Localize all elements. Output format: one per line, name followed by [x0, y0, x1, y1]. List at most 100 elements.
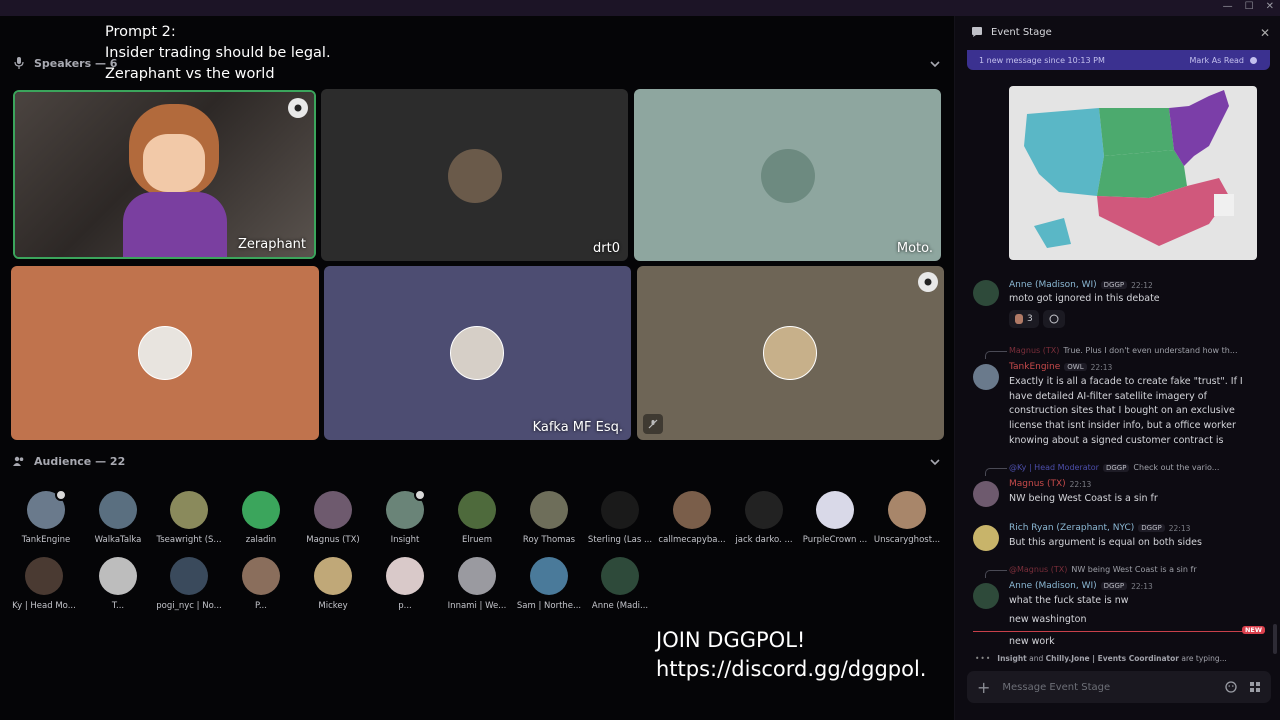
audience-member[interactable]: Roy Thomas — [513, 491, 585, 545]
message-input[interactable]: Message Event Stage — [1002, 682, 1213, 693]
us-map-image — [1024, 90, 1234, 248]
speaker-name: Moto. — [896, 241, 933, 256]
member-name: pogi_nyc | No... — [156, 601, 222, 611]
speaker-tile-drt0[interactable]: drt0 — [321, 89, 628, 261]
audience-member[interactable]: pogi_nyc | No... — [153, 557, 225, 611]
avatar — [973, 481, 999, 507]
message-text: moto got ignored in this debate — [1009, 293, 1160, 304]
message-author[interactable]: Anne (Madison, WI) — [1009, 280, 1097, 290]
member-name: Tseawright (S... — [156, 535, 222, 545]
audience-member[interactable]: PurpleCrown ... — [799, 491, 871, 545]
audience-member[interactable]: WalkaTalka — [82, 491, 154, 545]
audience-member[interactable]: p... — [369, 557, 441, 611]
avatar — [314, 491, 352, 529]
chevron-down-icon[interactable] — [928, 455, 942, 469]
close-icon[interactable]: ✕ — [1260, 26, 1270, 40]
member-name: Magnus (TX) — [306, 535, 360, 545]
chat-scrollbar[interactable] — [1273, 624, 1277, 654]
role-tag: OWL — [1064, 363, 1087, 371]
close-window-icon[interactable]: ✕ — [1266, 1, 1274, 12]
member-name: p... — [398, 601, 412, 611]
add-attachment-icon[interactable]: + — [977, 678, 990, 697]
moderator-badge-icon — [414, 489, 426, 501]
audience-label: Audience — 22 — [34, 454, 126, 468]
member-name: TankEngine — [21, 535, 71, 545]
emoji-picker-icon[interactable] — [1225, 681, 1237, 693]
mark-as-read-button[interactable]: Mark As Read — [1189, 56, 1258, 65]
reply-preview[interactable]: @Magnus (TX) NW being West Coast is a sin… — [1009, 565, 1197, 574]
people-icon — [12, 454, 26, 468]
audience-member[interactable]: Sterling (Las ... — [584, 491, 656, 545]
audience-member[interactable]: Tseawright (S... — [153, 491, 225, 545]
reaction-emoji-icon — [1015, 314, 1023, 324]
member-name: PurpleCrown ... — [802, 535, 868, 545]
apps-icon[interactable] — [1249, 681, 1261, 693]
chevron-down-icon[interactable] — [928, 57, 942, 71]
member-name: Ky | Head Mo... — [12, 601, 76, 611]
avatar — [601, 557, 639, 595]
message-text: new work — [1009, 636, 1055, 647]
message-text: But this argument is equal on both sides — [1009, 537, 1202, 548]
audience-member[interactable]: callmecapyba... — [656, 491, 728, 545]
audience-member[interactable]: P... — [225, 557, 297, 611]
member-name: callmecapyba... — [658, 535, 726, 545]
typing-dots-icon: ••• — [975, 654, 992, 663]
speaker-tile-zeraphant[interactable]: Zeraphant — [13, 90, 316, 259]
audience-member[interactable]: Ky | Head Mo... — [8, 557, 80, 611]
typing-suffix: are typing... — [1181, 654, 1227, 663]
new-messages-bar[interactable]: 1 new message since 10:13 PM Mark As Rea… — [967, 50, 1270, 70]
avatar — [816, 491, 854, 529]
avatar — [99, 557, 137, 595]
audience-member[interactable]: TankEngine — [10, 489, 82, 545]
avatar — [314, 557, 352, 595]
attached-map-image[interactable] — [1009, 86, 1257, 260]
member-name: jack darko. ... — [735, 535, 793, 545]
speaker-tile-4[interactable] — [11, 266, 319, 440]
emoji-icon — [1049, 314, 1059, 324]
chat-header: Event Stage — [955, 16, 1280, 48]
typing-user: Insight — [997, 654, 1027, 663]
audience-member[interactable]: Insight — [369, 489, 441, 545]
minimize-icon[interactable]: — — [1223, 1, 1233, 12]
message-text: NW being West Coast is a sin fr — [1009, 493, 1158, 504]
avatar — [601, 491, 639, 529]
member-name: Mickey — [318, 601, 348, 611]
audience-member[interactable]: Elruem — [441, 491, 513, 545]
audience-member[interactable]: Sam | Northe... — [513, 557, 585, 611]
reply-preview[interactable]: Magnus (TX) True. Plus I don't even under… — [1009, 346, 1237, 355]
reply-preview[interactable]: @Ky | Head Moderator DGGP Check out the va… — [1009, 463, 1219, 472]
moderator-badge-icon — [55, 489, 67, 501]
avatar — [530, 557, 568, 595]
message-author[interactable]: Rich Ryan (Zeraphant, NYC) — [1009, 523, 1134, 533]
reply-author: @Ky | Head Moderator — [1009, 463, 1099, 472]
audience-member[interactable]: zaladin — [225, 491, 297, 545]
audience-member[interactable]: jack darko. ... — [728, 491, 800, 545]
speakers-header[interactable]: Speakers — 6 — [12, 53, 117, 73]
audience-member[interactable]: T... — [82, 557, 154, 611]
avatar — [973, 280, 999, 306]
audience-member[interactable]: Magnus (TX) — [297, 491, 369, 545]
audience-member[interactable]: Innami | We... — [441, 557, 513, 611]
avatar — [673, 491, 711, 529]
speaker-tile-6[interactable] — [637, 266, 944, 440]
reaction-chip[interactable]: 3 — [1009, 310, 1039, 328]
role-tag: DGGP — [1100, 582, 1128, 590]
speaker-tile-kafka[interactable]: Kafka MF Esq. — [324, 266, 631, 440]
audience-member[interactable]: Mickey — [297, 557, 369, 611]
mark-as-read-label: Mark As Read — [1189, 55, 1244, 65]
avatar — [450, 326, 504, 380]
message-author[interactable]: Magnus (TX) — [1009, 479, 1066, 489]
typing-user: Chilly.Jone | Events Coordinator — [1045, 654, 1179, 663]
message-author[interactable]: TankEngine — [1009, 362, 1060, 372]
audience-header[interactable]: Audience — 22 — [12, 451, 125, 471]
message-author[interactable]: Anne (Madison, WI) — [1009, 581, 1097, 591]
speaker-name: drt0 — [593, 241, 620, 256]
audience-member[interactable]: Anne (Madi... — [584, 557, 656, 611]
avatar — [458, 557, 496, 595]
audience-member[interactable]: Unscaryghost... — [871, 491, 943, 545]
add-reaction-button[interactable] — [1042, 310, 1065, 328]
role-tag: DGGP — [1100, 281, 1128, 289]
maximize-icon[interactable]: ☐ — [1245, 1, 1254, 12]
speaker-tile-moto[interactable]: Moto. — [634, 89, 941, 261]
message-composer[interactable]: + Message Event Stage — [967, 671, 1271, 703]
